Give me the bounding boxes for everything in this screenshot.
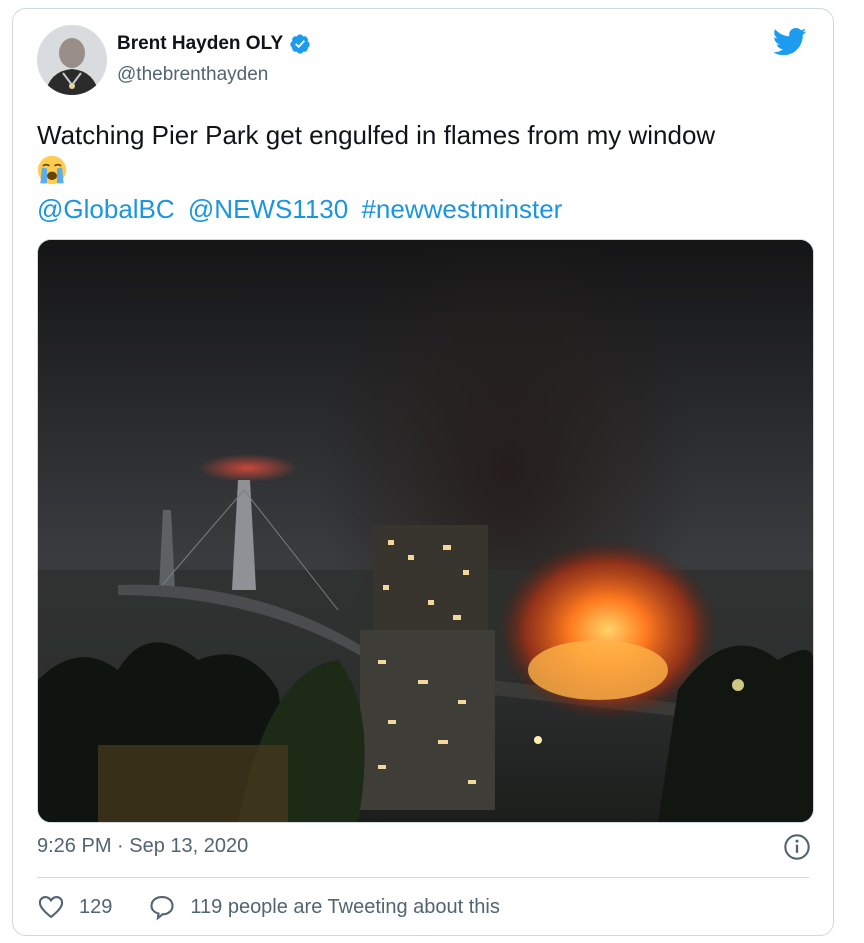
author-display-name[interactable]: Brent Hayden OLY (117, 33, 283, 55)
fire-night-photo (38, 240, 813, 822)
tweet-text: Watching Pier Park get engulfed in flame… (37, 120, 716, 150)
tweet-body: Watching Pier Park get engulfed in flame… (37, 117, 807, 228)
engagement-stats: 129 119 people are Tweeting about this (37, 893, 536, 921)
info-icon[interactable] (783, 833, 811, 861)
avatar-image (37, 25, 107, 95)
reply-text: 119 people are Tweeting about this (190, 895, 500, 918)
like-action[interactable]: 129 (37, 893, 112, 921)
verified-badge-icon (290, 34, 310, 54)
speech-bubble-icon (150, 896, 174, 921)
reply-action[interactable]: 119 people are Tweeting about this (148, 893, 500, 921)
heart-icon (38, 896, 64, 919)
mention-globalbc[interactable]: @GlobalBC (37, 194, 175, 224)
divider (37, 877, 809, 878)
like-count: 129 (79, 895, 113, 918)
twitter-bird-icon[interactable] (773, 27, 807, 57)
tweet-card[interactable]: Brent Hayden OLY @thebrenthayden Watchin… (12, 8, 834, 936)
tweet-photo[interactable] (37, 239, 814, 823)
author-handle[interactable]: @thebrenthayden (117, 64, 268, 86)
loudly-crying-face-icon (37, 155, 67, 185)
avatar[interactable] (37, 25, 107, 95)
tweet-timestamp[interactable]: 9:26 PM · Sep 13, 2020 (37, 835, 248, 858)
hashtag-newwestminster[interactable]: #newwestminster (361, 194, 562, 224)
mention-news1130[interactable]: @NEWS1130 (188, 194, 348, 224)
